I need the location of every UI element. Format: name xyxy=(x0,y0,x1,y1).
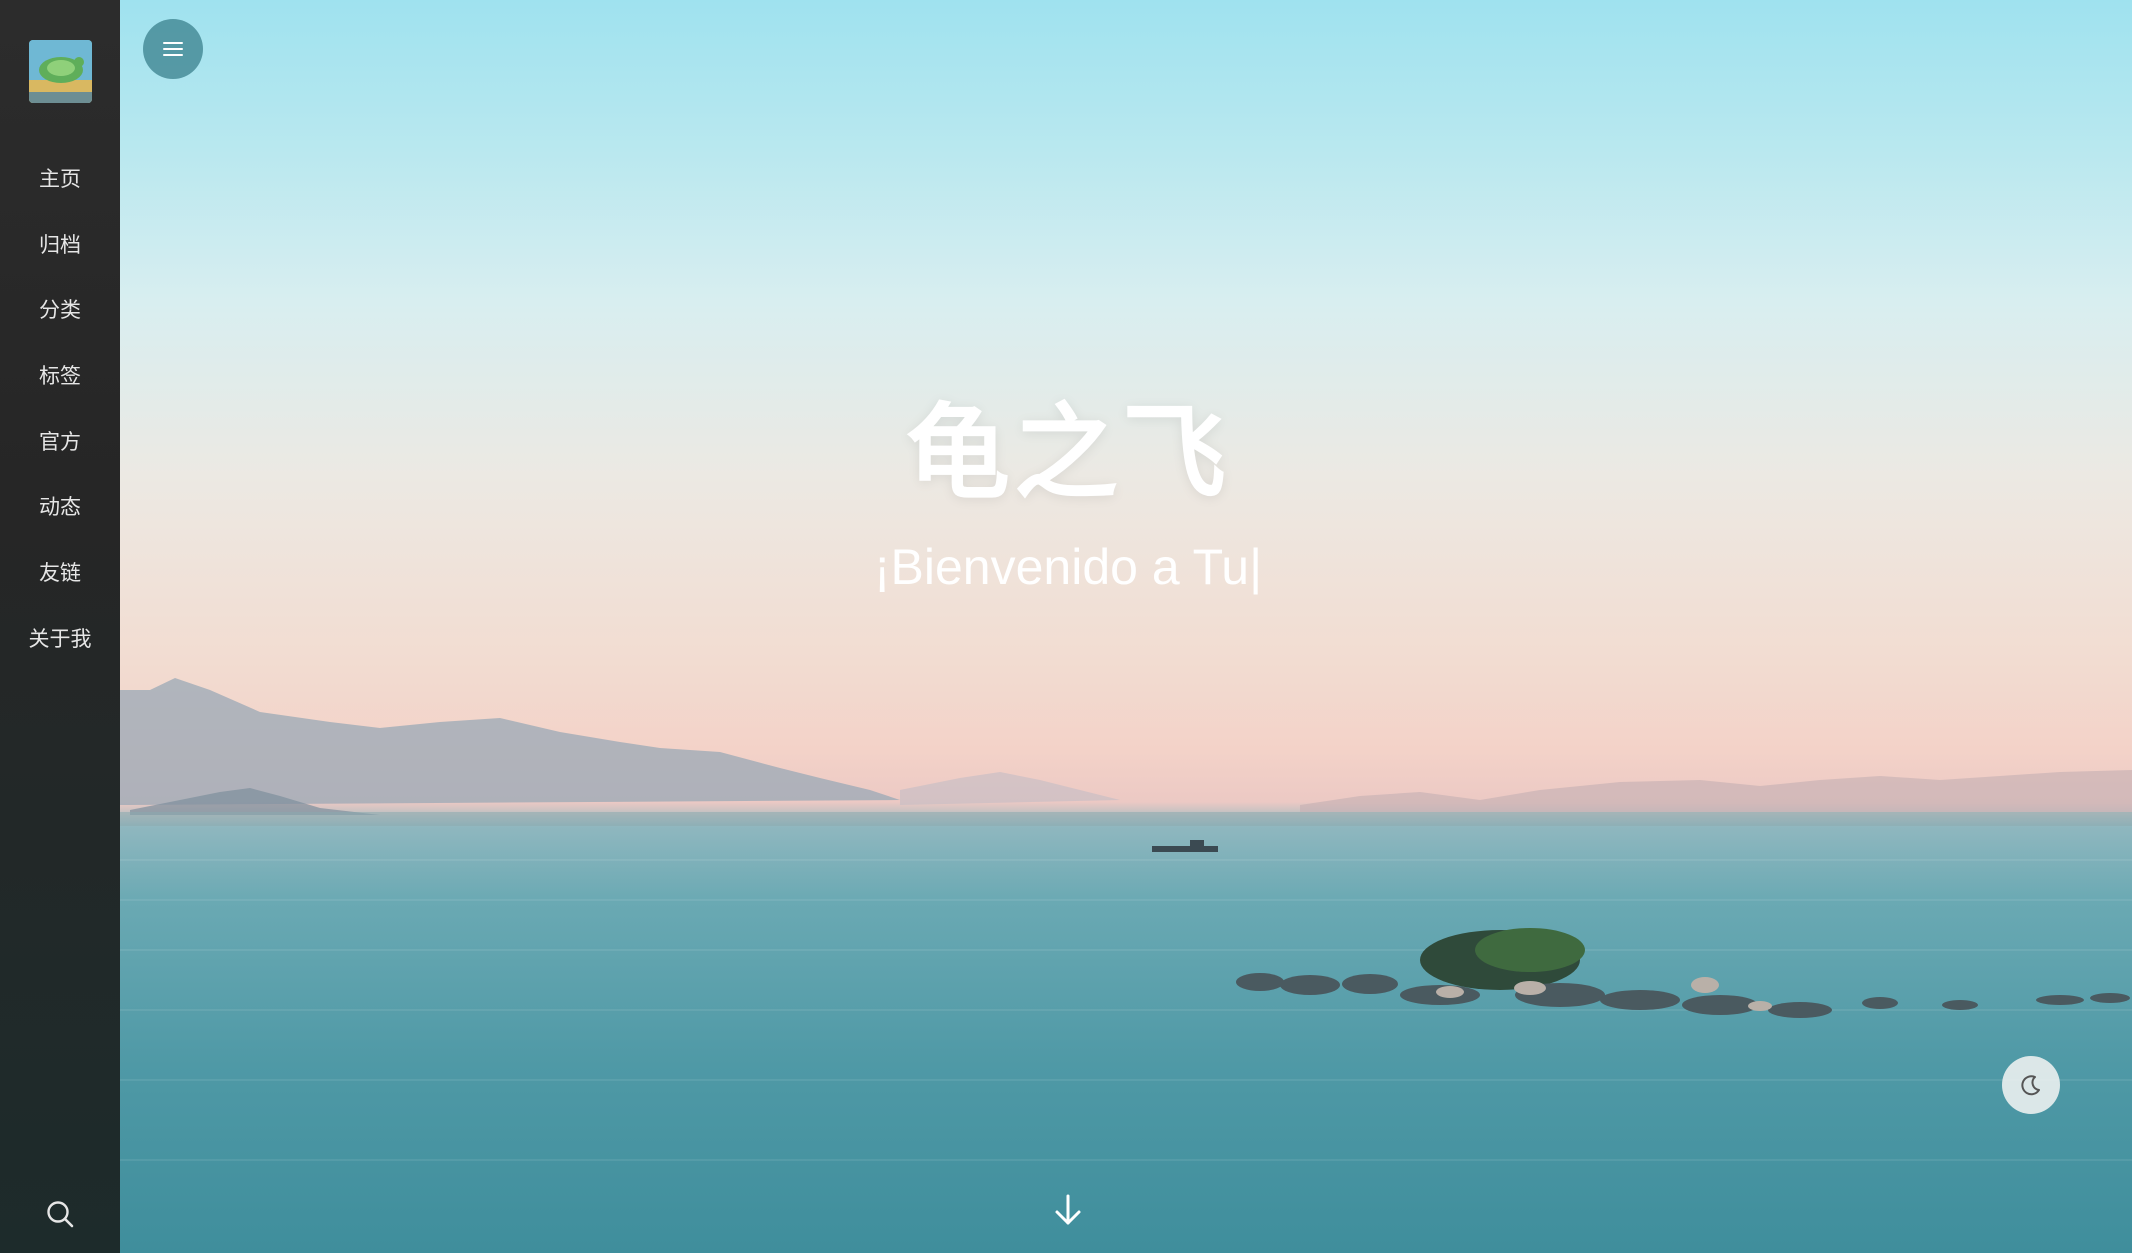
avatar[interactable] xyxy=(29,40,92,103)
sidebar-nav: 主页 归档 分类 标签 官方 动态 友链 关于我 xyxy=(0,145,120,671)
dark-mode-toggle[interactable] xyxy=(2002,1056,2060,1114)
page: 主页 归档 分类 标签 官方 动态 友链 关于我 龟之飞 ¡Bienvenido… xyxy=(0,0,2132,1253)
avatar-image xyxy=(29,40,92,103)
search-icon xyxy=(47,1201,74,1228)
sidebar: 主页 归档 分类 标签 官方 动态 友链 关于我 xyxy=(0,0,120,1253)
sidebar-item-label: 主页 xyxy=(39,166,81,191)
sidebar-item-label: 友链 xyxy=(39,560,81,585)
sidebar-item-moments[interactable]: 动态 xyxy=(0,473,120,539)
sidebar-item-links[interactable]: 友链 xyxy=(0,539,120,605)
arrow-down-icon xyxy=(1055,1194,1081,1225)
sidebar-item-label: 动态 xyxy=(39,495,81,520)
site-subtitle: ¡Bienvenido a Tu| xyxy=(873,539,1263,595)
search-button[interactable] xyxy=(42,1196,78,1232)
landscape-image xyxy=(120,678,2132,1161)
sidebar-item-tags[interactable]: 标签 xyxy=(0,342,120,408)
menu-icon xyxy=(163,42,183,56)
scroll-down-button[interactable] xyxy=(1048,1190,1088,1230)
sidebar-item-label: 关于我 xyxy=(28,626,92,651)
sidebar-item-label: 标签 xyxy=(39,363,81,388)
site-title: 龟之飞 xyxy=(905,392,1230,514)
sidebar-item-archive[interactable]: 归档 xyxy=(0,211,120,277)
sidebar-item-official[interactable]: 官方 xyxy=(0,408,120,474)
sidebar-item-categories[interactable]: 分类 xyxy=(0,276,120,342)
sidebar-item-label: 归档 xyxy=(39,232,81,257)
hero-background xyxy=(0,0,2132,1253)
sidebar-item-label: 分类 xyxy=(39,298,81,323)
menu-toggle-button[interactable] xyxy=(143,19,203,79)
sidebar-item-about[interactable]: 关于我 xyxy=(0,605,120,671)
sidebar-item-label: 官方 xyxy=(39,429,81,454)
moon-icon xyxy=(2021,1075,2040,1096)
sidebar-item-home[interactable]: 主页 xyxy=(0,145,120,211)
